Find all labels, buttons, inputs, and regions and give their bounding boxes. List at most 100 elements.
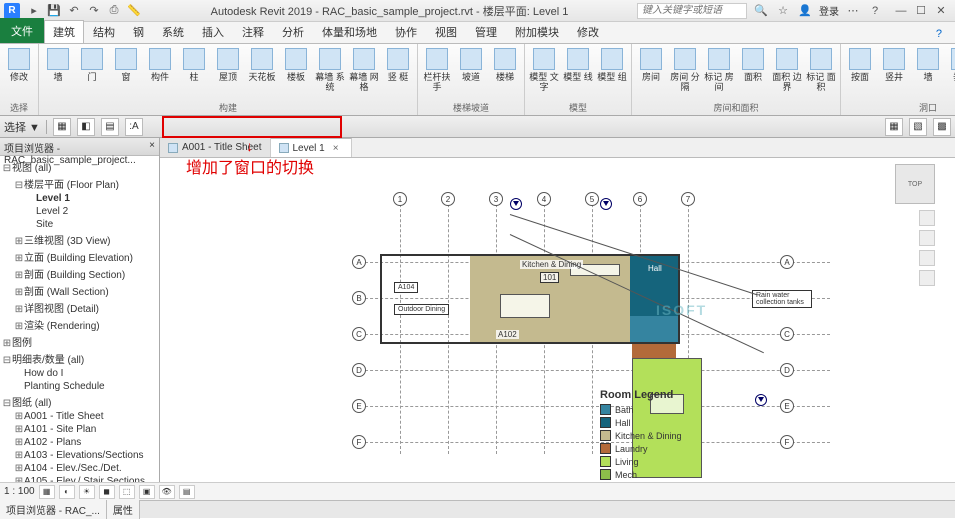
tree-node[interactable]: ⊞A103 - Elevations/Sections	[2, 449, 157, 462]
doc-tab-close-icon[interactable]: ×	[329, 143, 343, 154]
ribbon-button-竖梃[interactable]: 竖 梃	[382, 46, 414, 84]
browser-close-icon[interactable]: ×	[149, 140, 155, 153]
tree-node[interactable]: ⊟楼层平面 (Floor Plan)	[2, 175, 157, 192]
ribbon-button-模型组[interactable]: 模型 组	[596, 46, 628, 84]
tree-node[interactable]: How do I	[2, 367, 157, 380]
ribbon-button-幕墙系统[interactable]: 幕墙 系统	[314, 46, 346, 94]
tree-node[interactable]: ⊞A105 - Elev./ Stair Sections	[2, 475, 157, 482]
opt-btn-1[interactable]: ▦	[53, 118, 71, 136]
doc-tab-Level-1[interactable]: Level 1×	[271, 138, 352, 157]
ribbon-tab-附加模块[interactable]: 附加模块	[506, 20, 568, 43]
qat-print-icon[interactable]: ⎙	[106, 3, 122, 19]
ribbon-tab-管理[interactable]: 管理	[466, 20, 506, 43]
crop-region-icon[interactable]: ▣	[139, 485, 155, 499]
qat-save-icon[interactable]: 💾	[46, 3, 62, 19]
tree-node[interactable]: ⊟图纸 (all)	[2, 393, 157, 410]
qat-measure-icon[interactable]: 📏	[126, 3, 142, 19]
browser-tree[interactable]: ⊟视图 (all)⊟楼层平面 (Floor Plan)Level 1Level …	[0, 156, 159, 482]
tree-node[interactable]: ⊞A104 - Elev./Sec./Det.	[2, 462, 157, 475]
nav-home-icon[interactable]	[919, 210, 935, 226]
help-icon[interactable]: ?	[867, 3, 883, 19]
sun-path-icon[interactable]: ☀	[79, 485, 95, 499]
tree-node[interactable]: ⊞A101 - Site Plan	[2, 423, 157, 436]
ribbon-help[interactable]: ?	[927, 24, 951, 43]
ribbon-button-柱[interactable]: 柱	[178, 46, 210, 84]
ribbon-button-修改[interactable]: 修改	[3, 46, 35, 84]
bottom-tab[interactable]: 项目浏览器 - RAC_...	[0, 500, 107, 519]
user-icon[interactable]: 👤	[797, 3, 813, 19]
view-scale[interactable]: 1 : 100	[4, 486, 35, 497]
shadows-icon[interactable]: ◼	[99, 485, 115, 499]
tree-node[interactable]: ⊞图例	[2, 333, 157, 350]
ribbon-tab-file[interactable]: 文件	[0, 18, 44, 43]
ribbon-button-标记面积[interactable]: 标记 面积	[805, 46, 837, 94]
ribbon-tab-体量和场地[interactable]: 体量和场地	[313, 20, 386, 43]
ribbon-button-窗[interactable]: 窗	[110, 46, 142, 84]
app-icon[interactable]: R	[4, 3, 20, 19]
tree-node[interactable]: Planting Schedule	[2, 380, 157, 393]
tree-node[interactable]: ⊞A001 - Title Sheet	[2, 410, 157, 423]
opt-btn-5[interactable]: ▦	[885, 118, 903, 136]
hide-icon[interactable]: 👁	[159, 485, 175, 499]
opt-btn-4[interactable]: :A	[125, 118, 143, 136]
ribbon-button-墙[interactable]: 墙	[912, 46, 944, 84]
opt-btn-6[interactable]: ▧	[909, 118, 927, 136]
visual-style-icon[interactable]: ◐	[59, 485, 75, 499]
ribbon-tab-建筑[interactable]: 建筑	[44, 20, 84, 43]
view-cube[interactable]: TOP	[895, 164, 935, 204]
ribbon-button-面积边界[interactable]: 面积 边界	[771, 46, 803, 94]
qat-redo-icon[interactable]: ↷	[86, 3, 102, 19]
ribbon-button-天花板[interactable]: 天花板	[246, 46, 278, 84]
favorite-icon[interactable]: ☆	[775, 3, 791, 19]
ribbon-button-墙[interactable]: 墙	[42, 46, 74, 84]
ribbon-tab-插入[interactable]: 插入	[193, 20, 233, 43]
ribbon-button-面积[interactable]: 面积	[737, 46, 769, 84]
ribbon-button-屋顶[interactable]: 屋顶	[212, 46, 244, 84]
ribbon-tab-系统[interactable]: 系统	[153, 20, 193, 43]
tree-node[interactable]: ⊟明细表/数量 (all)	[2, 350, 157, 367]
close-button[interactable]: ✕	[931, 3, 951, 19]
ribbon-tab-结构[interactable]: 结构	[84, 20, 124, 43]
ribbon-button-幕墙网格[interactable]: 幕墙 网格	[348, 46, 380, 94]
select-dropdown[interactable]: 选择 ▼	[4, 119, 40, 135]
tree-node[interactable]: Level 2	[2, 205, 157, 218]
tree-node[interactable]: ⊞剖面 (Building Section)	[2, 265, 157, 282]
tree-node[interactable]: ⊞A102 - Plans	[2, 436, 157, 449]
ribbon-button-垂直[interactable]: 垂直	[946, 46, 955, 84]
doc-tab-A001---Title-Sheet[interactable]: A001 - Title Sheet	[160, 138, 271, 157]
bottom-tab[interactable]: 属性	[107, 500, 140, 519]
ribbon-button-标记房间[interactable]: 标记 房间	[703, 46, 735, 94]
ribbon-button-坡道[interactable]: 坡道	[455, 46, 487, 84]
ribbon-tab-视图[interactable]: 视图	[426, 20, 466, 43]
login-label[interactable]: 登录	[819, 3, 839, 18]
tree-node[interactable]: Site	[2, 218, 157, 231]
ribbon-button-构件[interactable]: 构件	[144, 46, 176, 84]
opt-btn-2[interactable]: ◧	[77, 118, 95, 136]
ribbon-button-房间分隔[interactable]: 房间 分隔	[669, 46, 701, 94]
reveal-icon[interactable]: ▤	[179, 485, 195, 499]
detail-level-icon[interactable]: ▦	[39, 485, 55, 499]
drawing-canvas[interactable]: TOP 1234567 AABBCCDDEEFF	[160, 158, 955, 482]
tree-node[interactable]: ⊞渲染 (Rendering)	[2, 316, 157, 333]
tree-node[interactable]: ⊞立面 (Building Elevation)	[2, 248, 157, 265]
minimize-button[interactable]: —	[891, 3, 911, 19]
ribbon-button-模型线[interactable]: 模型 线	[562, 46, 594, 84]
tree-node[interactable]: ⊟视图 (all)	[2, 158, 157, 175]
crop-icon[interactable]: ⬚	[119, 485, 135, 499]
ribbon-button-楼梯[interactable]: 楼梯	[489, 46, 521, 84]
ribbon-tab-钢[interactable]: 钢	[124, 20, 153, 43]
tree-node[interactable]: ⊞剖面 (Wall Section)	[2, 282, 157, 299]
qat-undo-icon[interactable]: ↶	[66, 3, 82, 19]
ribbon-button-房间[interactable]: 房间	[635, 46, 667, 84]
search-input[interactable]	[637, 3, 747, 19]
qat-open-icon[interactable]: ▸	[26, 3, 42, 19]
tree-node[interactable]: ⊞三维视图 (3D View)	[2, 231, 157, 248]
nav-zoom-icon[interactable]	[919, 270, 935, 286]
exchange-icon[interactable]: ⋯	[845, 3, 861, 19]
ribbon-tab-注释[interactable]: 注释	[233, 20, 273, 43]
infocenter-icon[interactable]: 🔍	[753, 3, 769, 19]
nav-pan-icon[interactable]	[919, 250, 935, 266]
tree-node[interactable]: ⊞详图视图 (Detail)	[2, 299, 157, 316]
ribbon-tab-修改[interactable]: 修改	[568, 20, 608, 43]
opt-btn-3[interactable]: ▤	[101, 118, 119, 136]
